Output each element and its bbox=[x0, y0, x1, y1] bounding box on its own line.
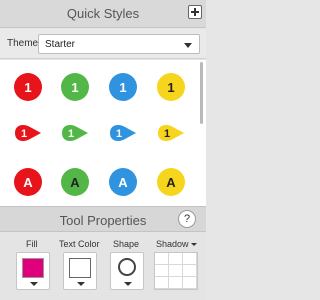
caret-down-icon bbox=[77, 282, 85, 286]
quick-style-pointer-number-green[interactable]: 1 bbox=[59, 117, 91, 149]
fill-label: Fill bbox=[26, 239, 38, 249]
caret-down-icon bbox=[30, 282, 38, 286]
shadow-cell[interactable] bbox=[183, 277, 197, 289]
quick-style-shape bbox=[110, 125, 136, 141]
scrollbar[interactable] bbox=[200, 62, 203, 124]
quick-style-label: A bbox=[118, 175, 128, 190]
fill-swatch bbox=[22, 258, 44, 278]
quick-style-label: 1 bbox=[119, 80, 126, 95]
quick-style-shape bbox=[158, 125, 184, 141]
shadow-cell[interactable] bbox=[169, 277, 183, 289]
quick-style-label: 1 bbox=[116, 128, 122, 140]
quick-style-label: A bbox=[70, 175, 80, 190]
theme-row: Theme: Starter bbox=[0, 29, 206, 59]
quick-style-label: A bbox=[23, 175, 33, 190]
quick-style-circle-number-green[interactable]: 1 bbox=[59, 71, 91, 103]
quick-style-label: 1 bbox=[167, 80, 174, 95]
theme-value: Starter bbox=[45, 39, 76, 50]
quick-styles-grid: 1 1 1 1 1 1 1 1 A A A A bbox=[0, 60, 206, 206]
quick-style-shape bbox=[15, 125, 41, 141]
text-color-swatch bbox=[69, 258, 91, 278]
quick-style-circle-letter-red[interactable]: A bbox=[12, 166, 44, 198]
theme-dropdown[interactable]: Starter bbox=[38, 34, 200, 54]
circle-outline-icon bbox=[118, 258, 136, 276]
shadow-dropdown[interactable]: Shadow bbox=[156, 239, 197, 249]
caret-down-icon bbox=[124, 282, 132, 286]
quick-style-label: 1 bbox=[68, 128, 74, 140]
quick-styles-header: Quick Styles bbox=[0, 0, 206, 28]
text-color-picker[interactable] bbox=[63, 252, 97, 290]
tool-properties-header: Tool Properties ? bbox=[0, 206, 206, 232]
shadow-cell[interactable] bbox=[169, 265, 183, 277]
quick-style-label: 1 bbox=[164, 128, 170, 140]
quick-style-circle-number-blue[interactable]: 1 bbox=[107, 71, 139, 103]
quick-style-circle-number-red[interactable]: 1 bbox=[12, 71, 44, 103]
plus-icon[interactable] bbox=[188, 5, 202, 19]
shadow-label: Shadow bbox=[156, 239, 189, 249]
quick-style-pointer-number-yellow[interactable]: 1 bbox=[155, 117, 187, 149]
shadow-cell[interactable] bbox=[155, 265, 169, 277]
shadow-cell[interactable] bbox=[155, 277, 169, 289]
quick-style-circle-letter-green[interactable]: A bbox=[59, 166, 91, 198]
quick-style-pointer-number-red[interactable]: 1 bbox=[12, 117, 44, 149]
quick-style-shape bbox=[62, 125, 88, 141]
shape-picker[interactable] bbox=[110, 252, 144, 290]
shadow-cell[interactable] bbox=[183, 253, 197, 265]
shadow-cell[interactable] bbox=[183, 265, 197, 277]
fill-picker[interactable] bbox=[16, 252, 50, 290]
shadow-cell[interactable] bbox=[169, 253, 183, 265]
chevron-down-icon bbox=[184, 43, 192, 48]
quick-style-circle-number-yellow[interactable]: 1 bbox=[155, 71, 187, 103]
tool-properties-title: Tool Properties bbox=[59, 213, 147, 228]
quick-style-label: 1 bbox=[71, 80, 78, 95]
shadow-picker[interactable] bbox=[154, 252, 198, 290]
quick-style-label: 1 bbox=[24, 80, 31, 95]
tool-properties-body: Fill Text Color Shape Shadow bbox=[0, 233, 206, 300]
quick-style-pointer-number-blue[interactable]: 1 bbox=[107, 117, 139, 149]
quick-style-circle-letter-blue[interactable]: A bbox=[107, 166, 139, 198]
quick-style-label: A bbox=[166, 175, 176, 190]
quick-style-label: 1 bbox=[21, 128, 27, 140]
shadow-cell[interactable] bbox=[155, 253, 169, 265]
help-button[interactable]: ? bbox=[178, 210, 196, 228]
quick-style-circle-letter-yellow[interactable]: A bbox=[155, 166, 187, 198]
shape-label: Shape bbox=[113, 239, 140, 249]
caret-down-icon bbox=[190, 243, 197, 247]
theme-label: Theme: bbox=[7, 38, 41, 49]
text-color-label: Text Color bbox=[59, 239, 100, 249]
quick-styles-title: Quick Styles bbox=[66, 6, 140, 21]
